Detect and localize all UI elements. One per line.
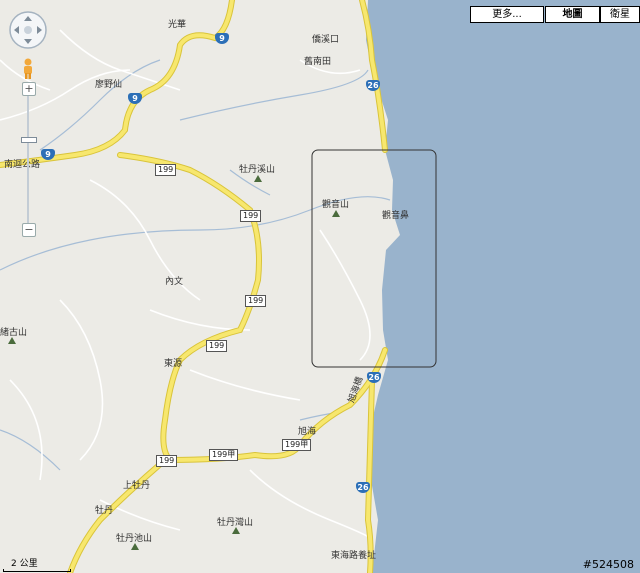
road-label-199: 199 [206,340,228,352]
road-label-199: 199 [156,455,178,467]
place-label: 觀音鼻 [382,211,410,221]
minus-icon[interactable]: − [22,223,36,237]
zoom-slider-handle[interactable] [21,137,37,143]
mountain-peak-icon [254,175,262,182]
place-label: 舊南田 [304,57,332,67]
place-label: 上牡丹 [123,481,151,491]
mountain-peak-icon [332,210,340,217]
place-label: 東海路養址 [331,551,377,561]
place-label: 廖野仙 [95,80,123,90]
road-label-199jia: 199甲 [282,439,312,451]
road-label-199: 199 [245,295,267,307]
mountain-peak-icon [8,337,16,344]
satellite-view-button[interactable]: 衛星 [600,6,640,23]
watermark: #524508 [582,558,634,571]
sea [366,0,640,573]
place-label: 光華 [168,20,187,30]
scale-bar: 2 公里 [3,558,71,572]
place-label: 牡丹溪山 [239,165,276,175]
map-view-button[interactable]: 地圖 [545,6,600,23]
route-shield-26: 26 [367,372,381,383]
zoom-track[interactable] [27,96,29,224]
mountain-peak-icon [131,543,139,550]
route-shield-26: 26 [366,80,380,91]
map-canvas[interactable]: 光華 僑溪口 舊南田 廖野仙 南迴公路 牡丹溪山 觀音山 觀音鼻 內文 緒古山 … [0,0,640,573]
scale-label: 2 公里 [11,559,38,569]
place-label: 內文 [165,277,184,287]
road-label-199: 199 [155,164,177,176]
place-label: 僑溪口 [312,35,340,45]
place-label: 東源 [164,359,183,369]
mountain-peak-icon [232,527,240,534]
zoom-control[interactable]: + − [19,80,37,240]
place-label: 旭海 [298,427,317,437]
pan-control-icon[interactable] [8,10,48,50]
road-label-199jia: 199甲 [209,449,239,461]
route-shield-26: 26 [356,482,370,493]
road-label-199: 199 [240,210,262,222]
more-button[interactable]: 更多... [470,6,544,23]
plus-icon[interactable]: + [22,82,36,96]
place-label: 觀音山 [322,200,350,210]
place-label: 牡丹 [95,506,114,516]
pegman-icon[interactable] [20,58,36,80]
